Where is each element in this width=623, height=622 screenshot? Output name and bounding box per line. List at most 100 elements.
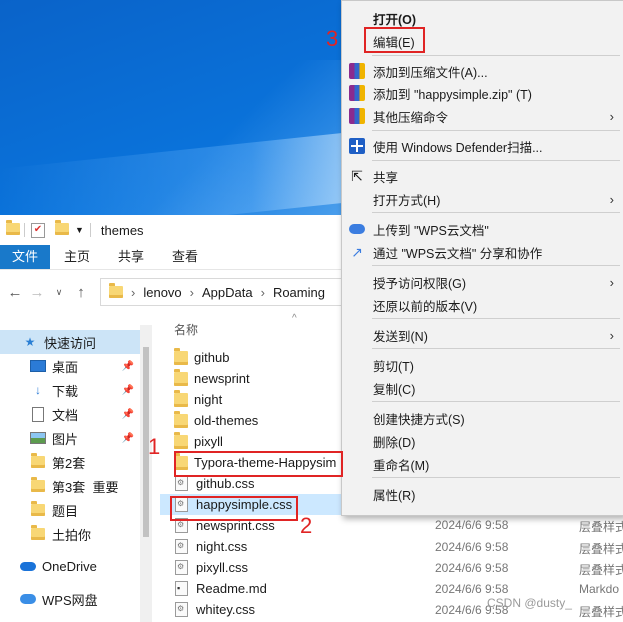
sidebar-item-downloads[interactable]: ↓ 下载 📌 xyxy=(0,378,140,402)
watermark: CSDN @dusty_ xyxy=(487,596,572,610)
menu-item-label: 打开(O) xyxy=(373,12,417,27)
menu-item-label: 添加到压缩文件(A)... xyxy=(373,65,488,80)
menu-item-label: 共享 xyxy=(373,170,399,185)
sidebar-item-documents[interactable]: 文档 📌 xyxy=(0,402,140,426)
menu-item-label: 属性(R) xyxy=(373,488,416,503)
menu-separator xyxy=(372,477,620,478)
tab-share[interactable]: 共享 xyxy=(104,245,158,269)
folder-icon xyxy=(109,283,123,298)
menu-item-restore-versions[interactable]: 还原以前的版本(V) xyxy=(342,294,623,316)
menu-separator xyxy=(372,212,620,213)
folder-icon xyxy=(174,347,188,365)
winrar-icon xyxy=(348,84,366,102)
properties-check-icon[interactable]: ✔ xyxy=(31,222,45,238)
title-bar: ✔ ▼ themes xyxy=(0,215,345,245)
sidebar-item-folder[interactable]: 第2套 xyxy=(0,450,140,474)
sidebar-item-folder[interactable]: 题目 xyxy=(0,498,140,522)
menu-item-label: 其他压缩命令 xyxy=(373,110,449,125)
list-item[interactable]: whitey.css xyxy=(160,599,255,620)
menu-item-properties[interactable]: 属性(R) xyxy=(342,483,623,505)
list-item[interactable]: pixyll xyxy=(160,431,223,452)
menu-item-rename[interactable]: 重命名(M) xyxy=(342,453,623,475)
tab-view[interactable]: 查看 xyxy=(158,245,212,269)
sidebar-item-label: 第2套 xyxy=(52,455,86,471)
markdown-file-icon xyxy=(175,581,188,596)
pin-icon[interactable]: 📌 xyxy=(122,385,134,396)
list-item[interactable]: newsprint xyxy=(160,368,250,389)
menu-item-label: 复制(C) xyxy=(373,382,416,397)
annotation-number: 2 xyxy=(300,513,313,538)
menu-item-label: 打开方式(H) xyxy=(373,193,441,208)
menu-item-add-to-archive[interactable]: 添加到压缩文件(A)... xyxy=(342,60,623,82)
menu-separator xyxy=(372,55,620,56)
file-type: 层叠样式 xyxy=(579,520,623,534)
menu-item-other-compress[interactable]: 其他压缩命令 › xyxy=(342,105,623,127)
menu-item-copy[interactable]: 复制(C) xyxy=(342,377,623,399)
file-date: 2024/6/6 9:58 xyxy=(435,582,509,596)
menu-item-create-shortcut[interactable]: 创建快捷方式(S) xyxy=(342,407,623,429)
sidebar-item-label: 桌面 xyxy=(52,359,79,375)
list-item[interactable]: github xyxy=(160,347,229,368)
sidebar-item-label: 文档 xyxy=(52,407,79,423)
menu-item-label: 使用 Windows Defender扫描... xyxy=(373,140,543,155)
address-bar-row: ← → ∨ ↑ › lenovo › AppData › Roaming xyxy=(0,275,347,309)
menu-item-open-with[interactable]: 打开方式(H) › xyxy=(342,188,623,210)
menu-item-wps-upload[interactable]: 上传到 "WPS云文档" xyxy=(342,218,623,240)
file-name: github xyxy=(194,350,230,365)
highlight-box-css-file xyxy=(170,496,298,521)
chevron-right-icon: › xyxy=(609,108,614,124)
highlight-box-edit xyxy=(364,27,425,53)
sidebar-item-desktop[interactable]: 桌面 📌 xyxy=(0,354,140,378)
css-file-icon xyxy=(175,539,188,554)
ribbon-tabs: 文件 主页 共享 查看 xyxy=(0,245,345,270)
menu-item-send-to[interactable]: 发送到(N) › xyxy=(342,324,623,346)
folder-icon xyxy=(30,525,46,541)
highlight-box-folder xyxy=(174,451,343,477)
divider xyxy=(24,223,25,237)
tab-home[interactable]: 主页 xyxy=(50,245,104,269)
chevron-down-icon[interactable]: ▼ xyxy=(75,225,84,235)
menu-item-label: 授予访问权限(G) xyxy=(373,276,467,291)
address-bar[interactable]: › lenovo › AppData › Roaming xyxy=(100,278,347,306)
sidebar-item-quick-access[interactable]: ★ 快速访问 xyxy=(0,330,140,354)
menu-item-label: 上传到 "WPS云文档" xyxy=(373,223,489,238)
navigation-pane: ★ 快速访问 桌面 📌 ↓ 下载 📌 文档 📌 图片 📌 第2套 第3套 重要 … xyxy=(0,325,152,622)
sidebar-item-onedrive[interactable]: OneDrive xyxy=(0,554,140,578)
list-item[interactable]: night.css xyxy=(160,536,247,557)
menu-item-delete[interactable]: 删除(D) xyxy=(342,430,623,452)
list-item[interactable]: Readme.md xyxy=(160,578,267,599)
sidebar-item-pictures[interactable]: 图片 📌 xyxy=(0,426,140,450)
file-date: 2024/6/6 9:58 xyxy=(435,561,509,575)
sidebar-item-folder[interactable]: 土拍你 xyxy=(0,522,140,546)
new-folder-icon[interactable] xyxy=(55,220,69,237)
breadcrumb-item[interactable]: AppData xyxy=(202,285,253,300)
sidebar-item-label: OneDrive xyxy=(42,558,97,574)
list-item[interactable]: pixyll.css xyxy=(160,557,248,578)
menu-item-defender-scan[interactable]: 使用 Windows Defender扫描... xyxy=(342,135,623,157)
pin-icon[interactable]: 📌 xyxy=(122,433,134,444)
menu-item-cut[interactable]: 剪切(T) xyxy=(342,354,623,376)
forward-arrow-icon[interactable]: → xyxy=(26,284,48,301)
list-item[interactable]: night xyxy=(160,389,222,410)
sidebar-item-folder[interactable]: 第3套 重要 xyxy=(0,474,140,498)
menu-item-wps-share[interactable]: ↗ 通过 "WPS云文档" 分享和协作 xyxy=(342,241,623,263)
navigation-scrollbar[interactable] xyxy=(140,325,152,622)
menu-item-label: 创建快捷方式(S) xyxy=(373,412,465,427)
recent-chevron-icon[interactable]: ∨ xyxy=(48,287,70,298)
breadcrumb-item[interactable]: Roaming xyxy=(273,285,325,300)
breadcrumb-item[interactable]: lenovo xyxy=(143,285,181,300)
menu-item-grant-access[interactable]: 授予访问权限(G) › xyxy=(342,271,623,293)
chevron-right-icon: › xyxy=(609,274,614,290)
menu-item-add-to-zip[interactable]: 添加到 "happysimple.zip" (T) xyxy=(342,82,623,104)
pin-icon[interactable]: 📌 xyxy=(122,409,134,420)
window-title: themes xyxy=(100,222,144,238)
column-header-name[interactable]: 名称 xyxy=(174,321,198,338)
sidebar-item-wps[interactable]: WPS网盘 xyxy=(0,587,140,611)
tab-file[interactable]: 文件 xyxy=(0,245,51,269)
up-arrow-icon[interactable]: ↑ xyxy=(70,284,92,301)
pin-icon[interactable]: 📌 xyxy=(122,361,134,372)
back-arrow-icon[interactable]: ← xyxy=(4,284,26,301)
menu-item-share[interactable]: ⇱ 共享 xyxy=(342,165,623,187)
list-item[interactable]: old-themes xyxy=(160,410,258,431)
menu-item-open[interactable]: 打开(O) xyxy=(342,7,623,29)
